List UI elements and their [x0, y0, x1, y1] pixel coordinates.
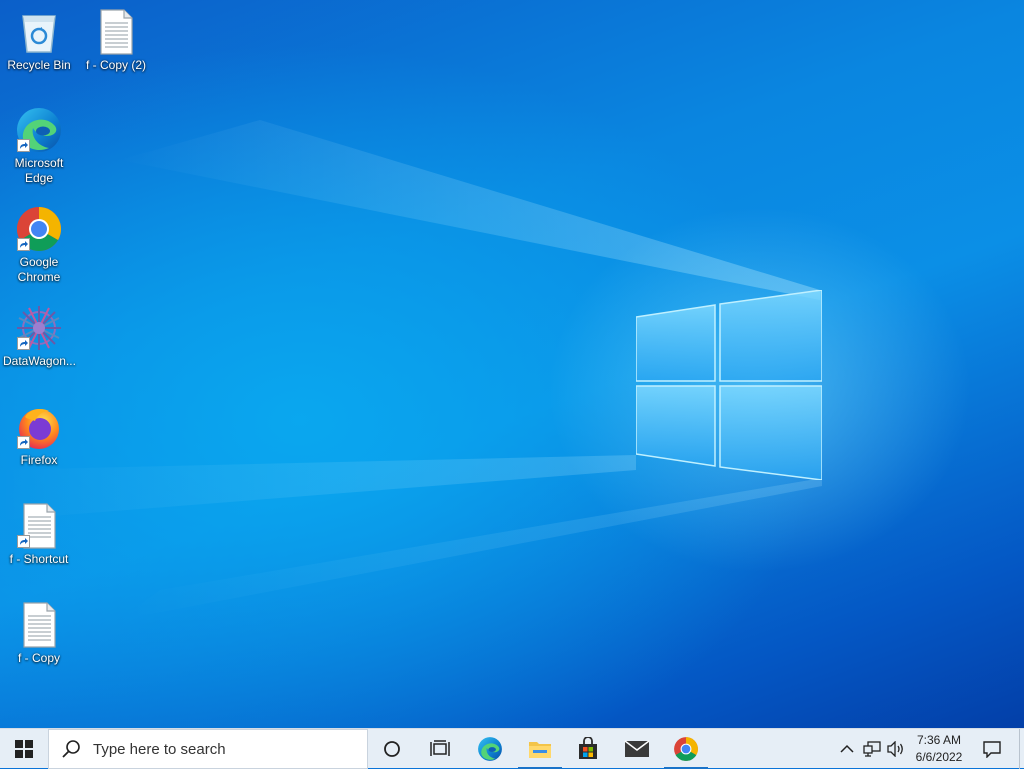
speaker-icon [887, 741, 903, 757]
desktop-icon-google-chrome[interactable]: Google Chrome [1, 205, 77, 285]
windows-logo-wallpaper [635, 289, 823, 481]
shortcut-arrow-icon [17, 337, 30, 350]
desktop-icon-recycle-bin[interactable]: Recycle Bin [1, 8, 77, 73]
wallpaper-light-beams [0, 0, 1024, 728]
show-hidden-icons-button[interactable] [836, 729, 858, 769]
clock-button[interactable]: 7:36 AM 6/6/2022 [910, 729, 968, 769]
taskbar-chrome-button[interactable] [662, 729, 710, 769]
taskbar-store-button[interactable] [564, 729, 612, 769]
shortcut-arrow-icon [17, 436, 30, 449]
store-icon [579, 737, 597, 759]
windows-start-icon [15, 740, 33, 758]
taskbar-file-explorer-button[interactable] [516, 729, 564, 769]
mail-icon [624, 740, 650, 757]
chrome-icon [674, 737, 698, 761]
datawagon-icon [15, 304, 63, 352]
desktop-icon-firefox[interactable]: Firefox [1, 403, 77, 468]
notification-icon [983, 741, 1001, 758]
task-view-button[interactable] [416, 729, 464, 769]
icon-label: Microsoft Edge [14, 156, 64, 185]
icon-label: f - Copy [17, 651, 60, 665]
search-icon [62, 740, 80, 758]
desktop-icon-f-shortcut[interactable]: f - Shortcut [1, 502, 77, 567]
text-document-icon [15, 502, 63, 550]
taskbar: Type here to search 7:36 AM 6/6/2022 [0, 728, 1024, 769]
desktop-icon-datawagon[interactable]: DataWagon... [1, 304, 77, 369]
icon-label: Google Chrome [17, 255, 61, 284]
taskbar-mail-button[interactable] [613, 729, 661, 769]
start-button[interactable] [0, 729, 48, 769]
network-button[interactable] [860, 729, 884, 769]
firefox-icon [15, 403, 63, 451]
desktop: Recycle Bin f - Copy (2) Microsoft Edge … [0, 0, 1024, 728]
taskbar-search-box[interactable]: Type here to search [48, 729, 368, 769]
icon-label: Firefox [20, 453, 58, 467]
show-desktop-button[interactable] [1019, 729, 1024, 769]
search-placeholder: Type here to search [93, 740, 226, 758]
text-document-icon [15, 601, 63, 649]
desktop-icon-f-copy-2[interactable]: f - Copy (2) [78, 8, 154, 73]
action-center-button[interactable] [972, 729, 1012, 769]
shortcut-arrow-icon [17, 139, 30, 152]
shortcut-arrow-icon [17, 238, 30, 251]
task-view-icon [430, 740, 450, 756]
edge-icon [478, 737, 502, 761]
desktop-icon-f-copy[interactable]: f - Copy [1, 601, 77, 666]
text-document-icon [92, 8, 140, 56]
clock-time: 7:36 AM [916, 733, 962, 747]
icon-label: DataWagon... [3, 354, 76, 368]
taskbar-edge-button[interactable] [466, 729, 514, 769]
chrome-icon [15, 205, 63, 253]
icon-label: f - Shortcut [9, 552, 69, 566]
icon-label: Recycle Bin [7, 58, 71, 72]
volume-button[interactable] [884, 729, 908, 769]
recycle-bin-icon [15, 8, 63, 56]
cortana-button[interactable] [368, 729, 416, 769]
desktop-icon-microsoft-edge[interactable]: Microsoft Edge [1, 106, 77, 186]
icon-label: f - Copy (2) [85, 58, 146, 72]
edge-icon [15, 106, 63, 154]
chevron-up-icon [840, 744, 854, 753]
circle-icon [384, 741, 400, 757]
network-icon [863, 741, 881, 757]
shortcut-arrow-icon [17, 535, 30, 548]
folder-icon [529, 742, 551, 758]
clock-date: 6/6/2022 [915, 750, 963, 764]
